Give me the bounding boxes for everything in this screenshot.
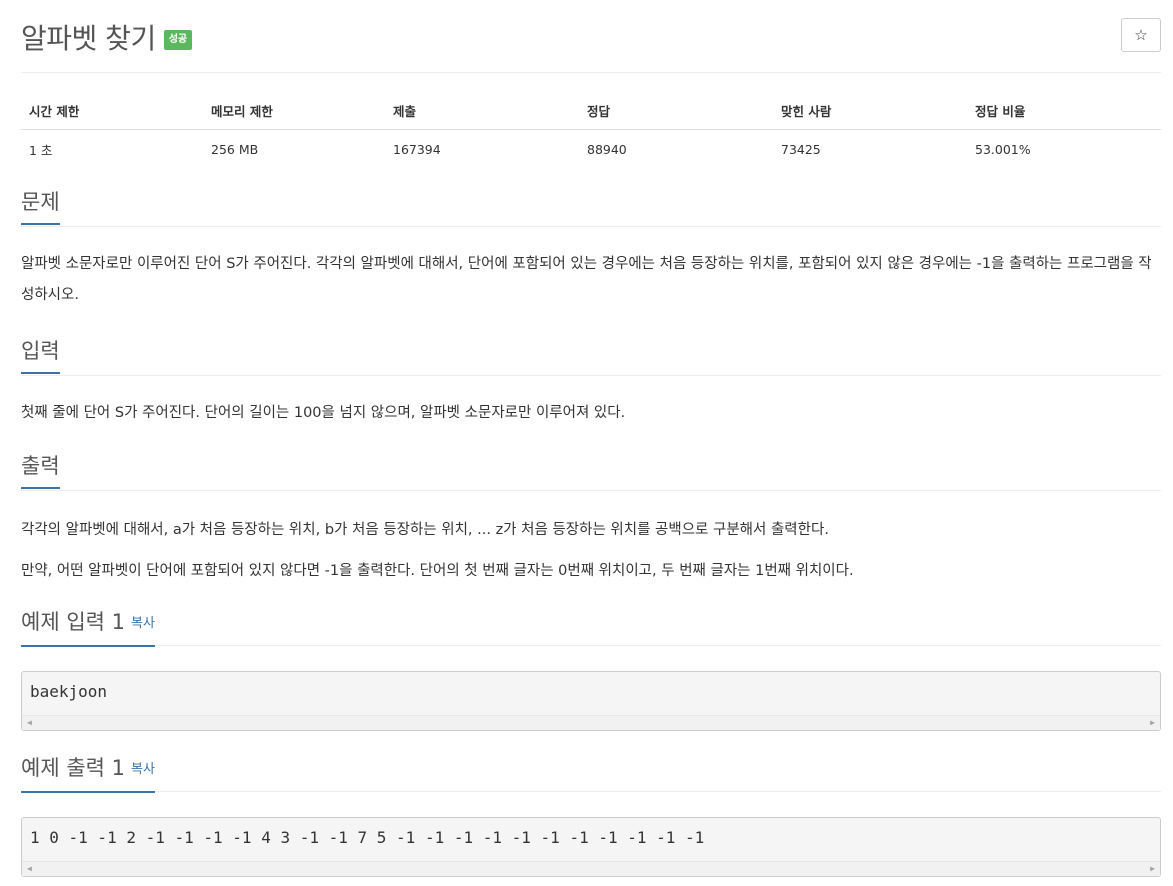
value-correct-ratio: 53.001% (975, 142, 1031, 157)
problem-info-table: 시간 제한 메모리 제한 제출 정답 맞힌 사람 정답 비율 1 초 256 M… (21, 95, 1161, 167)
copy-sample-input-link[interactable]: 복사 (131, 616, 155, 631)
output-text-1: 각각의 알파벳에 대해서, a가 처음 등장하는 위치, b가 처음 등장하는 … (21, 522, 829, 538)
scroll-left-arrow-icon[interactable]: ◀ (27, 864, 32, 873)
description-headline: 문제 (21, 179, 1161, 227)
sample-output-title-text: 예제 출력 1 (21, 756, 125, 780)
sample-input-title-text: 예제 입력 1 (21, 610, 125, 634)
header-correct-ratio: 정답 비율 (967, 95, 1161, 130)
title-wrap: 알파벳 찾기 성공 (21, 17, 193, 57)
problem-title: 알파벳 찾기 (21, 22, 156, 55)
status-badge: 성공 (163, 30, 193, 50)
header-submissions: 제출 (385, 95, 579, 130)
input-text: 첫째 줄에 단어 S가 주어진다. 단어의 길이는 100을 넘지 않으며, 알… (21, 405, 626, 421)
info-value-row: 1 초 256 MB 167394 88940 73425 53.001% (21, 130, 1161, 168)
output-section: 출력 각각의 알파벳에 대해서, a가 처음 등장하는 위치, b가 처음 등장… (21, 443, 1161, 587)
star-button[interactable]: ☆ (1121, 18, 1161, 52)
copy-sample-output-link[interactable]: 복사 (131, 762, 155, 777)
sample-input-title: 예제 입력 1 복사 (21, 609, 155, 647)
description-title: 문제 (21, 189, 60, 225)
problem-page: 알파벳 찾기 성공 ☆ 시간 제한 메모리 제한 제출 정답 맞힌 사람 정답 … (0, 0, 1173, 886)
scroll-left-arrow-icon[interactable]: ◀ (27, 718, 32, 727)
output-headline: 출력 (21, 443, 1161, 491)
sample-output-headline: 예제 출력 1 복사 (21, 747, 1161, 793)
header-memory-limit: 메모리 제한 (203, 95, 385, 130)
sample-output-scrollbar[interactable]: ◀ ▶ (22, 861, 1160, 876)
sample-input-content: baekjoon (30, 682, 108, 701)
sample-input-scrollbar[interactable]: ◀ ▶ (22, 715, 1160, 730)
description-section: 문제 알파벳 소문자로만 이루어진 단어 S가 주어진다. 각각의 알파벳에 대… (21, 179, 1161, 311)
sample-output-content: 1 0 -1 -1 2 -1 -1 -1 -1 4 3 -1 -1 7 5 -1… (30, 828, 705, 847)
value-memory-limit: 256 MB (211, 142, 259, 157)
scroll-right-arrow-icon[interactable]: ▶ (1150, 718, 1155, 727)
sample-input-headline: 예제 입력 1 복사 (21, 601, 1161, 647)
header-correct: 정답 (579, 95, 773, 130)
star-icon: ☆ (1134, 26, 1148, 44)
sample-input-box[interactable]: baekjoon ◀ ▶ (21, 671, 1161, 731)
input-title: 입력 (21, 338, 60, 374)
value-solved-users: 73425 (781, 142, 821, 157)
input-headline: 입력 (21, 328, 1161, 376)
value-submissions: 167394 (393, 142, 441, 157)
header-solved-users: 맞힌 사람 (773, 95, 967, 130)
input-section: 입력 첫째 줄에 단어 S가 주어진다. 단어의 길이는 100을 넘지 않으며… (21, 328, 1161, 429)
problem-header: 알파벳 찾기 성공 ☆ (21, 0, 1161, 73)
sample-input-section: 예제 입력 1 복사 baekjoon ◀ ▶ (21, 601, 1161, 731)
value-correct: 88940 (587, 142, 627, 157)
info-header-row: 시간 제한 메모리 제한 제출 정답 맞힌 사람 정답 비율 (21, 95, 1161, 130)
sample-output-section: 예제 출력 1 복사 1 0 -1 -1 2 -1 -1 -1 -1 4 3 -1… (21, 747, 1161, 877)
scroll-right-arrow-icon[interactable]: ▶ (1150, 864, 1155, 873)
header-time-limit: 시간 제한 (21, 95, 203, 130)
sample-output-box[interactable]: 1 0 -1 -1 2 -1 -1 -1 -1 4 3 -1 -1 7 5 -1… (21, 817, 1161, 877)
sample-output-title: 예제 출력 1 복사 (21, 755, 155, 793)
value-time-limit: 1 초 (29, 143, 53, 158)
description-text: 알파벳 소문자로만 이루어진 단어 S가 주어진다. 각각의 알파벳에 대해서,… (21, 256, 1152, 303)
output-title: 출력 (21, 453, 60, 489)
output-text-2: 만약, 어떤 알파벳이 단어에 포함되어 있지 않다면 -1을 출력한다. 단어… (21, 563, 854, 579)
